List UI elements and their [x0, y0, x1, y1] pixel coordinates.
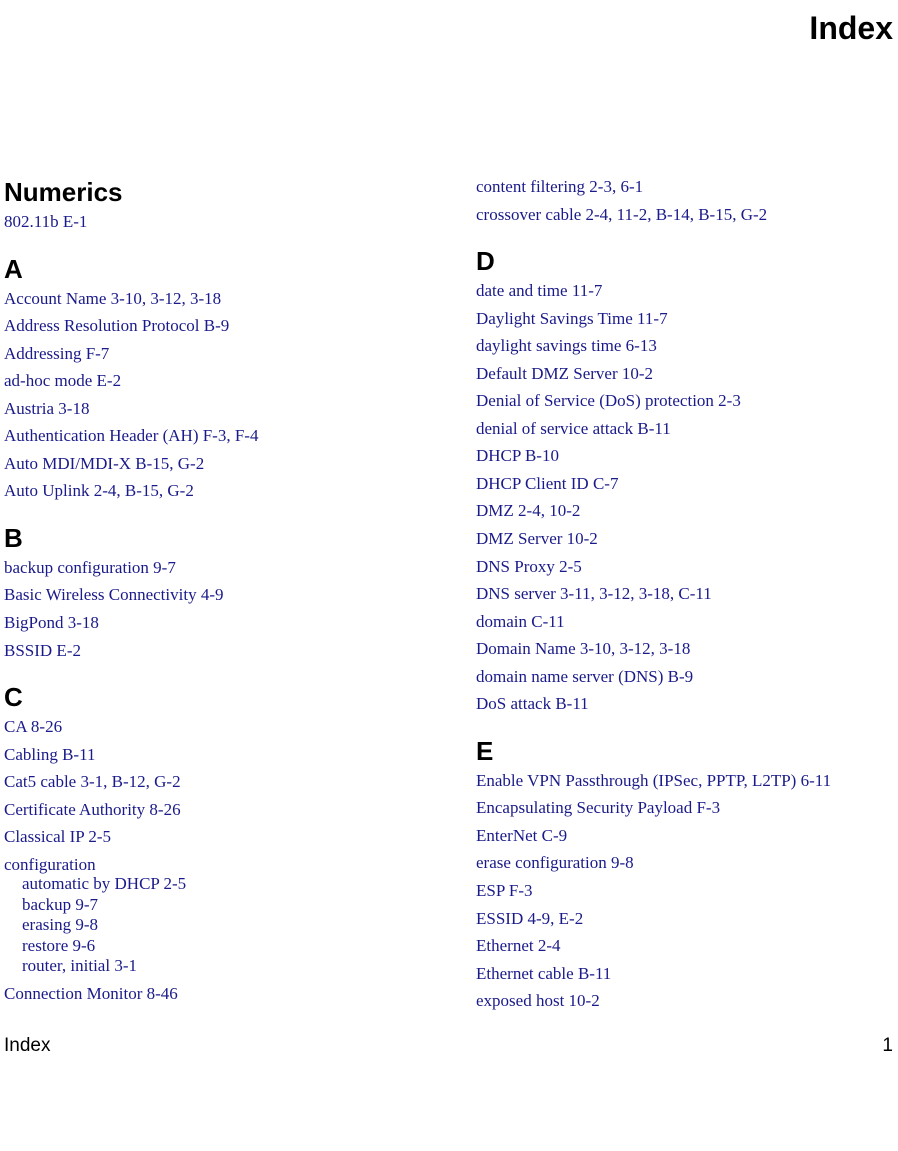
index-entry[interactable]: DHCP B-10: [476, 446, 898, 466]
index-entry[interactable]: Addressing F-7: [4, 344, 426, 364]
index-entry[interactable]: Austria 3-18: [4, 399, 426, 419]
index-subentry[interactable]: erasing 9-8: [22, 915, 426, 935]
index-entry[interactable]: DoS attack B-11: [476, 694, 898, 714]
section-header: A: [4, 254, 426, 285]
index-entry[interactable]: exposed host 10-2: [476, 991, 898, 1011]
index-entry[interactable]: crossover cable 2-4, 11-2, B-14, B-15, G…: [476, 205, 898, 225]
index-subentry[interactable]: router, initial 3-1: [22, 956, 426, 976]
index-entry[interactable]: Encapsulating Security Payload F-3: [476, 798, 898, 818]
index-entry[interactable]: ad-hoc mode E-2: [4, 371, 426, 391]
index-entry[interactable]: Ethernet cable B-11: [476, 964, 898, 984]
index-entry[interactable]: daylight savings time 6-13: [476, 336, 898, 356]
index-entry[interactable]: Enable VPN Passthrough (IPSec, PPTP, L2T…: [476, 771, 898, 791]
index-entry[interactable]: Basic Wireless Connectivity 4-9: [4, 585, 426, 605]
index-entry[interactable]: BigPond 3-18: [4, 613, 426, 633]
page-number: 1: [882, 1035, 893, 1057]
section-header: E: [476, 736, 898, 767]
index-entry[interactable]: DMZ Server 10-2: [476, 529, 898, 549]
index-entry[interactable]: Connection Monitor 8-46: [4, 984, 426, 1004]
index-entry[interactable]: Classical IP 2-5: [4, 827, 426, 847]
index-columns: Numerics 802.11b E-1 A Account Name 3-10, 3…: [0, 177, 898, 1019]
index-entry[interactable]: DMZ 2-4, 10-2: [476, 501, 898, 521]
index-entry[interactable]: Daylight Savings Time 11-7: [476, 309, 898, 329]
index-entry[interactable]: Auto Uplink 2-4, B-15, G-2: [4, 481, 426, 501]
index-entry[interactable]: date and time 11-7: [476, 281, 898, 301]
index-entry[interactable]: content filtering 2-3, 6-1: [476, 177, 898, 197]
index-subentry[interactable]: automatic by DHCP 2-5: [22, 874, 426, 894]
index-entry[interactable]: EnterNet C-9: [476, 826, 898, 846]
index-entry[interactable]: ESP F-3: [476, 881, 898, 901]
footer-label: Index: [4, 1035, 50, 1057]
section-header: D: [476, 246, 898, 277]
index-entry[interactable]: Auto MDI/MDI-X B-15, G-2: [4, 454, 426, 474]
index-entry[interactable]: Denial of Service (DoS) protection 2-3: [476, 391, 898, 411]
index-subentry[interactable]: restore 9-6: [22, 936, 426, 956]
footer: Index 1: [0, 1035, 898, 1057]
left-column: Numerics 802.11b E-1 A Account Name 3-10, 3…: [0, 177, 426, 1019]
index-entry[interactable]: domain name server (DNS) B-9: [476, 667, 898, 687]
index-entry[interactable]: Domain Name 3-10, 3-12, 3-18: [476, 639, 898, 659]
index-entry[interactable]: 802.11b E-1: [4, 212, 426, 232]
index-entry[interactable]: domain C-11: [476, 612, 898, 632]
index-page: Index Numerics 802.11b E-1 A Account Name 3…: [0, 10, 898, 1057]
index-entry[interactable]: DNS Proxy 2-5: [476, 557, 898, 577]
index-entry[interactable]: Certificate Authority 8-26: [4, 800, 426, 820]
index-entry[interactable]: Default DMZ Server 10-2: [476, 364, 898, 384]
index-entry[interactable]: configuration: [4, 855, 426, 875]
index-entry[interactable]: Ethernet 2-4: [476, 936, 898, 956]
index-entry[interactable]: denial of service attack B-11: [476, 419, 898, 439]
index-entry[interactable]: DNS server 3-11, 3-12, 3-18, C-11: [476, 584, 898, 604]
section-header: Numerics: [4, 177, 426, 208]
index-entry[interactable]: CA 8-26: [4, 717, 426, 737]
index-subentry[interactable]: backup 9-7: [22, 895, 426, 915]
index-entry[interactable]: DHCP Client ID C-7: [476, 474, 898, 494]
index-entry[interactable]: Authentication Header (AH) F-3, F-4: [4, 426, 426, 446]
section-header: B: [4, 523, 426, 554]
index-entry[interactable]: Account Name 3-10, 3-12, 3-18: [4, 289, 426, 309]
index-entry[interactable]: Cat5 cable 3-1, B-12, G-2: [4, 772, 426, 792]
section-header: C: [4, 682, 426, 713]
index-entry[interactable]: Address Resolution Protocol B-9: [4, 316, 426, 336]
index-entry[interactable]: Cabling B-11: [4, 745, 426, 765]
index-entry[interactable]: ESSID 4-9, E-2: [476, 909, 898, 929]
index-entry[interactable]: BSSID E-2: [4, 641, 426, 661]
page-title: Index: [0, 10, 893, 47]
right-column: content filtering 2-3, 6-1 crossover cabl…: [476, 177, 898, 1019]
index-entry[interactable]: erase configuration 9-8: [476, 853, 898, 873]
index-entry[interactable]: backup configuration 9-7: [4, 558, 426, 578]
